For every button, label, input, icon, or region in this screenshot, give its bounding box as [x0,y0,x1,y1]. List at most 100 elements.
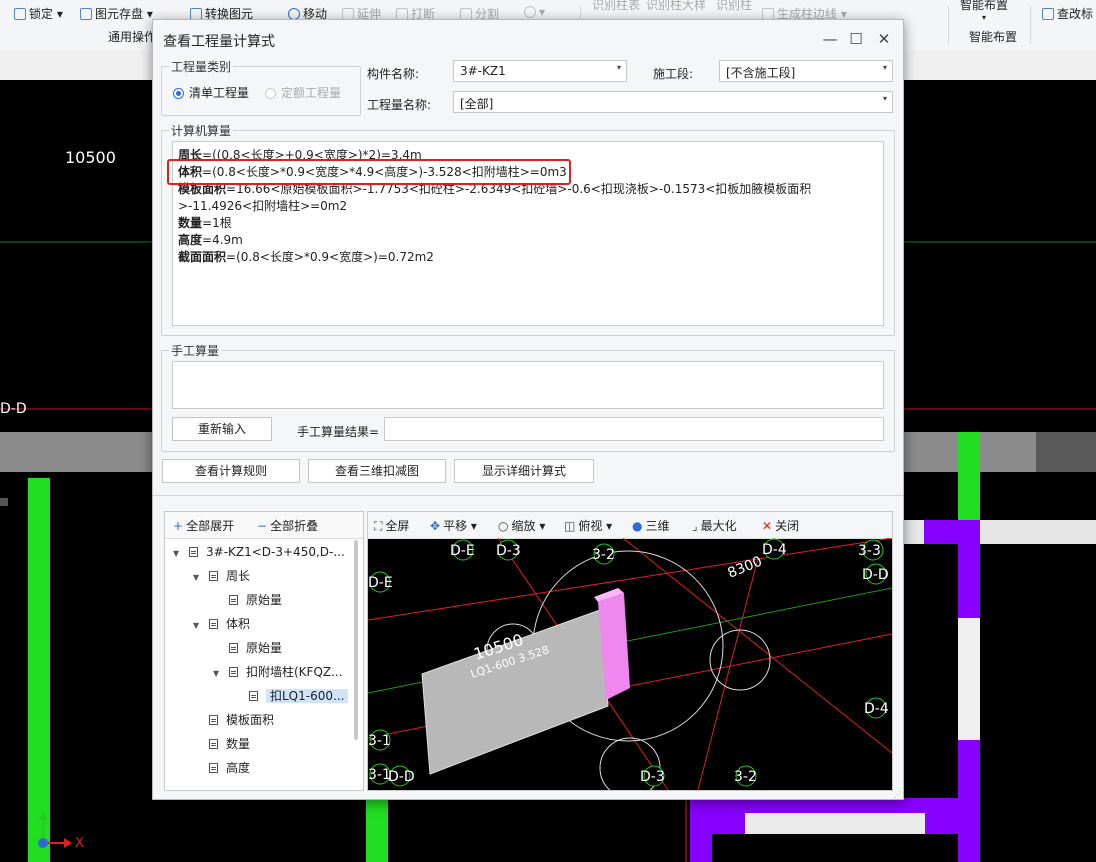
radio-list-qty[interactable]: 清单工程量 [173,84,249,101]
radio-dot-icon [173,88,184,99]
viewer-3d-scene: D-E D-3 3-2 D-4 3-3 D-D D-E D-4 3-1 3-1 … [368,538,892,790]
axis-label: 3-2 [734,769,757,785]
manual-result-label: 手工算量结果= [297,425,380,439]
radio-quota-qty[interactable]: 定额工程量 [265,84,341,101]
manual-calc-input[interactable] [172,361,884,409]
tree-node[interactable]: ▼ 扣附墙柱(KFQZ... [213,662,343,682]
stage-select[interactable]: [不含施工段] ▾ [719,60,893,82]
tree-node[interactable]: ▼ 周长 [193,566,250,586]
lock-icon [14,8,26,20]
comp-name-select[interactable]: 3#-KZ1 ▾ [453,60,627,82]
expand-all-button[interactable]: + 全部展开 [173,517,234,534]
curve-button[interactable]: ▾ [524,5,545,19]
tree-node[interactable]: 数量 [193,734,250,754]
axis-x-label: X [75,836,84,851]
close-icon: ✕ [762,519,773,533]
lock-button[interactable]: 锁定 ▾ [14,5,63,22]
tree-node[interactable]: 原始量 [213,638,282,658]
close-dialog-button[interactable]: ✕ [873,28,895,50]
dialog-title: 查看工程量计算式 [163,34,275,50]
resize-grip-icon[interactable]: ⋰ [894,790,902,799]
sphere-icon: ● [632,519,643,533]
topview-button[interactable]: ◫ 俯视 ▾ [564,517,612,534]
calc-line-height: 高度=4.9m [178,233,243,247]
group-label-common: 通用操作 [108,30,157,44]
tree-node[interactable]: 高度 [193,758,250,778]
manual-calc-group-label: 手工算量 [169,342,222,359]
document-icon [209,571,218,581]
minimize-icon: — [822,30,838,48]
change-mark-button[interactable]: 查改标 [1042,5,1093,22]
chevron-down-icon: ▾ [882,63,887,72]
qty-name-select[interactable]: [全部] ▾ [453,91,893,113]
stage-label: 施工段: [653,67,694,81]
maximize-window-button[interactable]: ☐ [845,28,867,50]
axis-label: D-E [450,543,475,559]
show-detail-formula-button[interactable]: 显示详细计算式 [454,459,594,483]
axis-label: D-D [388,769,415,785]
tree-node[interactable]: 模板面积 [193,710,274,730]
expand-icon: + [173,519,184,533]
comp-name-label: 构件名称: [367,67,420,81]
identify-table-button[interactable]: 识别柱表 [592,0,640,13]
curve-icon [524,6,536,18]
document-icon [209,739,218,749]
document-icon [229,667,238,677]
fullscreen-button[interactable]: ⛶ 全屏 [374,517,409,534]
element-save-button[interactable]: 图元存盘 ▾ [80,5,153,22]
tree-scrollbar[interactable] [354,540,358,740]
calc-line-section-area: 截面面积=(0.8<长度>*0.9<宽度>)=0.72m2 [178,250,434,264]
expand-arrow-icon: ▼ [213,669,220,678]
axis-label: D-3 [496,543,521,559]
maximize-view-button[interactable]: ⌟ 最大化 [692,517,737,534]
identify-col-detail-button[interactable]: 识别柱大样 [646,0,706,13]
calc-line-formwork-area: 模板面积=16.66<原始模板面积>-1.7753<扣砼柱>-2.6349<扣砼… [178,182,812,213]
qty-name-label: 工程量名称: [367,98,432,112]
axis-label: 3-3 [858,543,881,559]
axis-label: D-D [862,567,889,583]
divider [948,6,949,44]
qty-type-group-label: 工程量类别 [169,58,234,75]
pan-icon: ✥ [430,519,441,533]
document-icon [249,691,258,701]
reenter-button[interactable]: 重新输入 [172,417,272,441]
document-icon [229,643,238,653]
document-icon [209,619,218,629]
maximize-icon: ☐ [849,30,863,48]
dimension-label: 8300 [726,554,765,582]
document-icon [209,715,218,725]
view-3d-deduction-button[interactable]: 查看三维扣减图 [308,459,446,483]
manual-result-field[interactable] [384,417,884,441]
close-icon: ✕ [877,30,891,48]
pan-button[interactable]: ✥ 平移 ▾ [430,517,477,534]
axis-label: D-E [368,575,393,591]
tree-toolbar: + 全部展开 − 全部折叠 [165,512,363,539]
divider [153,495,903,496]
maximize-corner-icon: ⌟ [692,519,698,533]
axis-label: D-D [0,401,27,417]
tree-node[interactable]: ▼ 体积 [193,614,250,634]
3d-button[interactable]: ● 三维 [632,517,670,534]
tree-node[interactable]: 原始量 [213,590,282,610]
tree-node-selected[interactable]: 扣LQ1-600... [233,686,349,706]
formula-tree-panel: + 全部展开 − 全部折叠 ▼ 3#-KZ1<D-3+450,D-... ▼ 周长 原始… [164,511,364,791]
radio-dot-icon [265,88,276,99]
collapse-icon: − [257,519,268,533]
group-label-smart-layout: 智能布置 [969,30,1018,44]
close-view-button[interactable]: ✕ 关闭 [762,517,799,534]
document-icon [229,595,238,605]
smart-layout-button[interactable]: 智能布置 ▾ [960,0,1008,22]
collapse-all-button[interactable]: − 全部折叠 [257,517,318,534]
zoom-button[interactable]: ○ 缩放 ▾ [498,517,545,534]
document-icon [189,547,198,557]
minimize-button[interactable]: — [819,28,841,50]
tree-node[interactable]: ▼ 3#-KZ1<D-3+450,D-... [173,542,345,562]
save-icon [80,8,92,20]
dimension-label: 10500 [65,148,116,167]
axis-label: D-4 [762,542,787,558]
identify-col-button[interactable]: 识别柱 [716,0,752,13]
view-rules-button[interactable]: 查看计算规则 [162,459,300,483]
deduction-3d-viewer[interactable]: ⛶ 全屏 ✥ 平移 ▾ ○ 缩放 ▾ ◫ 俯视 ▾ ● 三维 ⌟ 最大化 ✕ 关闭 [367,511,893,791]
expand-arrow-icon: ▼ [173,549,180,558]
chevron-down-icon: ▾ [616,63,621,72]
